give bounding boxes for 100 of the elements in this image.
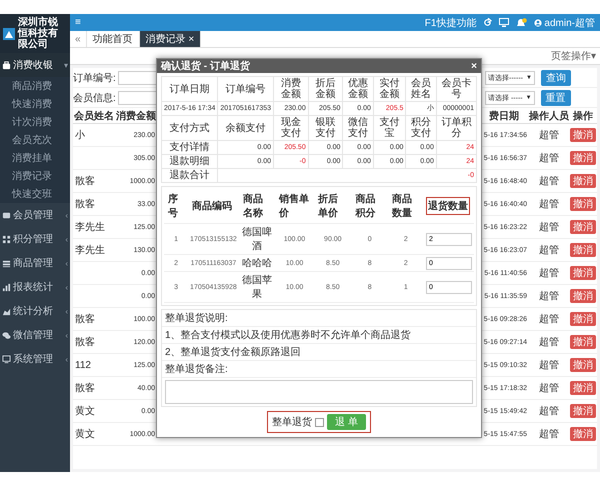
sidebar-item[interactable]: 报表统计 ‹: [0, 275, 70, 299]
revoke-button[interactable]: 撤消: [570, 197, 596, 211]
info-label: 积分支付: [411, 117, 432, 139]
tab[interactable]: 消费记录 ×: [140, 31, 202, 47]
refresh-icon[interactable]: [483, 18, 492, 27]
sidebar-item[interactable]: 积分管理 ‹: [0, 227, 70, 251]
info-value: 退款合计: [170, 170, 210, 181]
info-value: 退款明细: [170, 156, 210, 167]
info-label: 余额支付: [226, 122, 266, 134]
table-cell: 小: [73, 124, 115, 147]
table-cell: 散客: [73, 193, 115, 216]
revoke-button[interactable]: 撤消: [570, 220, 596, 234]
close-button[interactable]: ×: [471, 60, 477, 72]
revoke-button[interactable]: 撤消: [570, 243, 596, 257]
submenu-item[interactable]: 快速交班: [0, 185, 70, 203]
checkbox[interactable]: [315, 418, 324, 426]
info-label: 支付方式: [170, 122, 210, 134]
revoke-button[interactable]: 撤消: [570, 289, 596, 303]
revoke-button[interactable]: 撤消: [570, 404, 596, 418]
column-header: 退货数量: [426, 197, 470, 215]
filter-field[interactable]: [118, 70, 159, 84]
revoke-button[interactable]: 撤消: [570, 335, 596, 349]
submenu-item[interactable]: 计次消费: [0, 113, 70, 131]
bell-icon[interactable]: [516, 18, 528, 28]
dialog-title: 确认退货 - 订单退货: [161, 60, 251, 73]
revoke-button[interactable]: 撤消: [570, 312, 596, 326]
scroll-left-button[interactable]: «: [70, 31, 87, 47]
area-chart-icon: [2, 306, 11, 316]
info-label: 银联支付: [316, 117, 336, 139]
column-header: 会员姓名: [73, 108, 115, 124]
return-button[interactable]: 退 单: [327, 414, 366, 430]
bar-chart-icon: [2, 282, 11, 292]
revoke-button[interactable]: 撤消: [570, 266, 596, 280]
shortcut-link[interactable]: F1快捷功能: [424, 16, 476, 30]
revoke-button[interactable]: 撤消: [570, 151, 596, 165]
column-header: 商品名称: [242, 192, 264, 221]
logo-icon: [3, 28, 15, 40]
column-header: 操作人员: [529, 108, 569, 124]
table-cell: 超管: [529, 124, 569, 147]
company-name: 深圳市锐恒科技有限公司: [18, 17, 59, 50]
filter-field[interactable]: [118, 90, 159, 104]
info-label: 现金支付: [280, 117, 301, 139]
submenu-item[interactable]: 会员充次: [0, 131, 70, 149]
submenu-item[interactable]: 消费挂单: [0, 149, 70, 167]
submenu-item[interactable]: 快速消费: [0, 95, 70, 113]
column-header: 商品积分: [354, 192, 377, 221]
chat-icon: [2, 330, 11, 340]
table-cell: 散客: [73, 331, 115, 354]
revoke-button[interactable]: 撤消: [570, 128, 596, 142]
sidebar-item[interactable]: 微信管理 ‹: [0, 323, 70, 347]
table-cell: 德国啤酒: [238, 224, 275, 254]
submenu-item[interactable]: 消费记录: [0, 167, 70, 185]
user-icon: [534, 18, 542, 26]
tab-actions-menu[interactable]: 页签操作▾: [550, 49, 596, 63]
table-cell: 德国苹果: [238, 272, 275, 302]
revoke-button[interactable]: 撤消: [570, 174, 596, 188]
grid-icon: [2, 234, 11, 244]
remark-field[interactable]: [165, 380, 473, 404]
sidebar-item[interactable]: 系统管理 ‹: [0, 347, 70, 371]
column-header: 操作: [569, 108, 597, 124]
column-header: 折后单价: [316, 192, 340, 221]
revoke-button[interactable]: 撤消: [570, 358, 596, 372]
filter-button[interactable]: 重置: [540, 90, 571, 106]
info-label: 微信支付: [348, 117, 368, 139]
checkbox-label: 整单退货: [272, 416, 312, 429]
info-label: 消费金额: [280, 78, 301, 100]
note-text: 2、整单退货支付金额原路退回: [162, 344, 476, 361]
info-label: 会员姓名: [411, 78, 432, 100]
table-cell: 散客: [73, 308, 115, 331]
table-cell: 超管: [529, 308, 569, 331]
table-cell: 超管: [529, 285, 569, 308]
revoke-button[interactable]: 撤消: [570, 381, 596, 395]
column-header: 销售单价: [278, 192, 310, 221]
info-label: 折后金额: [316, 78, 336, 100]
table-cell: 超管: [529, 262, 569, 285]
table-cell: 超管: [529, 216, 569, 239]
filter-label: 订单编号:: [73, 72, 116, 84]
table-cell: 超管: [529, 331, 569, 354]
sidebar-item[interactable]: 消费收银 ▾: [0, 53, 70, 77]
table-cell: 超管: [529, 423, 569, 446]
table-cell: 超管: [529, 377, 569, 400]
monitor-icon[interactable]: [499, 18, 510, 27]
info-label: 支付宝: [380, 117, 400, 139]
card-icon: [2, 210, 11, 220]
info-label: 订单编号: [226, 84, 266, 94]
list-icon: [2, 258, 11, 268]
user-menu[interactable]: admin-超管: [534, 16, 595, 30]
menu-icon[interactable]: ≡: [75, 17, 81, 28]
sidebar-item[interactable]: 会员管理 ‹: [0, 203, 70, 227]
table-cell: 超管: [529, 239, 569, 262]
filter-button[interactable]: 查询: [540, 70, 571, 86]
revoke-button[interactable]: 撤消: [570, 427, 596, 441]
table-cell: 超管: [529, 354, 569, 377]
submenu-item[interactable]: 商品消费: [0, 77, 70, 95]
sidebar-item[interactable]: 统计分析 ‹: [0, 299, 70, 323]
monitor-icon: [2, 354, 11, 364]
table-cell: 散客: [73, 170, 115, 193]
info-label: 会员卡号: [441, 78, 472, 100]
sidebar-item[interactable]: 商品管理 ‹: [0, 251, 70, 275]
info-value: 支付详情: [170, 142, 210, 153]
